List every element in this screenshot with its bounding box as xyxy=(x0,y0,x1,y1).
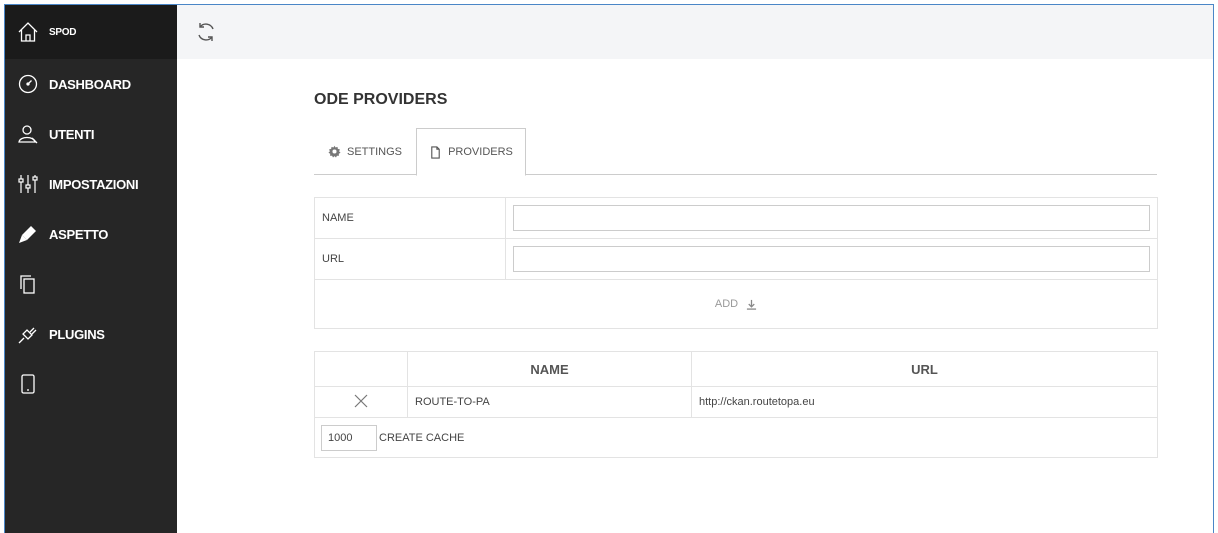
table-header-actions xyxy=(315,352,408,387)
brush-icon xyxy=(17,223,39,245)
sidebar-item-utenti[interactable]: UTENTI xyxy=(5,109,177,159)
sidebar-item-label: UTENTI xyxy=(49,126,95,142)
tab-settings-label: SETTINGS xyxy=(346,145,402,158)
refresh-icon[interactable] xyxy=(195,21,217,43)
tab-bar: SETTINGS PROVIDERS xyxy=(314,128,1157,176)
sidebar-brand-label: SPOD xyxy=(49,26,77,38)
cache-row: CREATE CACHE xyxy=(315,418,1157,458)
create-cache-button[interactable]: CREATE CACHE xyxy=(379,432,464,444)
providers-table: NAME URL ROUTE-TO-PA http://ckan.routeto… xyxy=(314,351,1158,458)
app-window: SPOD DASHBOARD UTENTI IMPOSTAZIONI ASPET… xyxy=(4,4,1214,533)
add-button[interactable]: ADD xyxy=(315,280,1157,328)
sidebar-item-label: DASHBOARD xyxy=(49,76,131,92)
sidebar-item-plugins[interactable]: PLUGINS xyxy=(5,309,177,359)
sidebar-item-impostazioni[interactable]: IMPOSTAZIONI xyxy=(5,159,177,209)
url-label: URL xyxy=(315,239,506,279)
tab-settings[interactable]: SETTINGS xyxy=(314,128,416,175)
sidebar-item-label: PLUGINS xyxy=(49,326,105,342)
url-row: URL xyxy=(315,239,1157,280)
sidebar-item-aspetto[interactable]: ASPETTO xyxy=(5,209,177,259)
sidebar-brand[interactable]: SPOD xyxy=(5,5,177,59)
url-input[interactable] xyxy=(513,246,1150,272)
table-cell-url: http://ckan.routetopa.eu xyxy=(692,387,1157,418)
delete-row-button[interactable] xyxy=(315,387,408,418)
table-header-url: URL xyxy=(692,352,1157,387)
top-bar xyxy=(177,5,1213,59)
tab-providers-label: PROVIDERS xyxy=(448,146,513,158)
tab-providers[interactable]: PROVIDERS xyxy=(416,128,526,176)
sidebar-item-mobile[interactable] xyxy=(5,359,177,409)
sliders-icon xyxy=(17,173,39,195)
page-title: ODE PROVIDERS xyxy=(314,91,448,108)
name-row: NAME xyxy=(315,198,1157,239)
name-input[interactable] xyxy=(513,205,1150,231)
provider-form: NAME URL ADD xyxy=(314,197,1158,329)
main-content: ODE PROVIDERS SETTINGS PROVIDERS NAME UR… xyxy=(177,59,1213,533)
sidebar-item-label: ASPETTO xyxy=(49,226,109,242)
sidebar-item-pages[interactable] xyxy=(5,259,177,309)
gauge-icon xyxy=(17,73,39,95)
name-label: NAME xyxy=(315,198,506,238)
sidebar-item-label: IMPOSTAZIONI xyxy=(49,176,139,192)
copy-icon xyxy=(17,273,39,295)
download-icon xyxy=(746,299,757,310)
add-button-label: ADD xyxy=(714,298,739,310)
mobile-icon xyxy=(17,373,39,395)
sidebar-item-dashboard[interactable]: DASHBOARD xyxy=(5,59,177,109)
table-header-name: NAME xyxy=(408,352,692,387)
close-icon xyxy=(353,393,369,412)
user-icon xyxy=(17,123,39,145)
home-icon xyxy=(17,21,39,43)
file-icon xyxy=(429,145,442,159)
plug-icon xyxy=(17,323,39,345)
cache-size-input[interactable] xyxy=(321,425,377,451)
table-cell-name: ROUTE-TO-PA xyxy=(408,387,692,418)
gear-icon xyxy=(328,145,341,158)
sidebar: SPOD DASHBOARD UTENTI IMPOSTAZIONI ASPET… xyxy=(5,5,177,533)
